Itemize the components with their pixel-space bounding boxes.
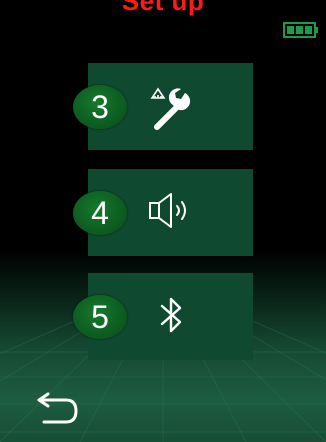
back-arrow-icon xyxy=(37,392,78,424)
battery-full-icon xyxy=(283,22,319,38)
speaker-icon xyxy=(143,183,199,241)
wrench-ruler-icon xyxy=(143,77,199,135)
page-title: Set up xyxy=(121,0,205,16)
setup-screen: Set up 3 4 5 xyxy=(0,0,326,442)
back-button[interactable] xyxy=(36,386,82,426)
menu-number-badge: 3 xyxy=(73,85,127,129)
menu-number-badge: 5 xyxy=(73,295,127,339)
menu-number-badge: 4 xyxy=(73,191,127,235)
bluetooth-icon xyxy=(143,287,199,345)
